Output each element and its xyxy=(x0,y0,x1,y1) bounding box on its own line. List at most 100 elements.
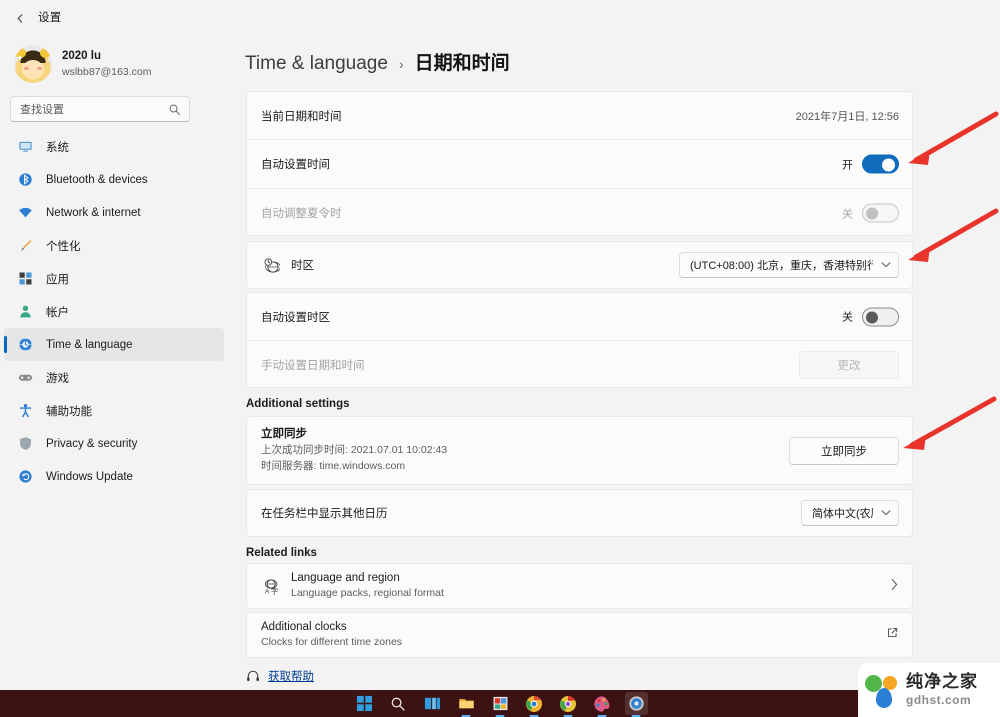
calendar-card: 在任务栏中显示其他日历 简体中文(农历) xyxy=(246,489,913,537)
sidebar-item-time-language[interactable]: Time & language xyxy=(4,328,224,361)
breadcrumb: Time & language › 日期和时间 xyxy=(245,48,510,75)
avatar: ✦ xyxy=(14,45,52,83)
timezone-value: (UTC+08:00) 北京，重庆，香港特别行政区， xyxy=(690,260,873,272)
timezone-manual-card: 自动设置时区 关 手动设置日期和时间 更改 xyxy=(246,292,913,388)
watermark-en: gdhst.com xyxy=(906,693,972,707)
person-icon xyxy=(16,303,34,321)
sidebar: ✦ 2020 lu wslbb87@163.com 查找设置 系统 Blueto… xyxy=(0,34,228,690)
search-input[interactable]: 查找设置 xyxy=(10,96,190,122)
sidebar-item-label: Windows Update xyxy=(46,470,133,483)
chrome-canary-button[interactable] xyxy=(557,692,580,717)
additional-clocks-card[interactable]: Additional clocks Clocks for different t… xyxy=(246,612,913,658)
calendar-combo[interactable]: 简体中文(农历) xyxy=(801,500,899,526)
additional-clocks-subtitle: Clocks for different time zones xyxy=(261,636,403,649)
back-button[interactable] xyxy=(8,7,32,29)
app-button[interactable] xyxy=(489,692,512,717)
sidebar-item-personalization[interactable]: 个性化 xyxy=(4,229,224,262)
additional-clocks-row: Additional clocks Clocks for different t… xyxy=(247,613,912,657)
sync-title: 立即同步 xyxy=(261,428,307,441)
manual-datetime-label: 手动设置日期和时间 xyxy=(261,360,365,372)
task-view-button[interactable] xyxy=(421,692,444,715)
manual-datetime-row: 手动设置日期和时间 更改 xyxy=(247,341,912,389)
change-datetime-button[interactable]: 更改 xyxy=(799,351,899,379)
timezone-combo[interactable]: (UTC+08:00) 北京，重庆，香港特别行政区， xyxy=(679,252,899,278)
sync-now-button[interactable]: 立即同步 xyxy=(789,436,899,465)
auto-dst-state: 关 xyxy=(842,208,853,220)
account-tile[interactable]: ✦ 2020 lu wslbb87@163.com xyxy=(14,40,214,88)
taskbar xyxy=(0,690,1000,717)
bluetooth-icon xyxy=(16,171,34,189)
account-name: 2020 lu xyxy=(62,49,101,62)
sidebar-item-system[interactable]: 系统 xyxy=(4,130,224,163)
get-help-label: 获取帮助 xyxy=(268,671,314,683)
calendar-value: 简体中文(农历) xyxy=(812,508,873,520)
auto-timezone-row: 自动设置时区 关 xyxy=(247,293,912,340)
calendar-label: 在任务栏中显示其他日历 xyxy=(261,508,388,520)
monitor-icon xyxy=(16,138,34,156)
language-region-row: A 字 Language and region Language packs, … xyxy=(247,564,912,608)
brush-icon xyxy=(16,237,34,255)
chevron-down-icon xyxy=(881,260,891,270)
watermark: 纯净之家 gdhst.com xyxy=(858,663,1000,717)
start-button[interactable] xyxy=(353,692,376,715)
language-region-card[interactable]: A 字 Language and region Language packs, … xyxy=(246,563,913,609)
titlebar: 设置 xyxy=(0,0,1000,34)
sidebar-item-label: Privacy & security xyxy=(46,437,138,450)
auto-timezone-label: 自动设置时区 xyxy=(261,311,330,324)
watermark-cn: 纯净之家 xyxy=(906,672,978,691)
sidebar-item-accessibility[interactable]: 辅助功能 xyxy=(4,394,224,427)
sidebar-item-label: 应用 xyxy=(46,273,69,286)
sidebar-item-bluetooth-devices[interactable]: Bluetooth & devices xyxy=(4,163,224,196)
sidebar-item-label: 帐户 xyxy=(46,306,69,319)
auto-time-state: 开 xyxy=(842,159,853,171)
paint-button[interactable] xyxy=(591,692,614,717)
chevron-right-icon xyxy=(890,578,899,595)
settings-window: 设置 ✦ 2020 lu wslbb87@163.com 查找设置 系统 Blu… xyxy=(0,0,1000,690)
additional-clocks-title: Additional clocks xyxy=(261,620,347,633)
sync-server: 时间服务器: time.windows.com xyxy=(261,460,406,473)
sidebar-item-gaming[interactable]: 游戏 xyxy=(4,361,224,394)
sidebar-item-accounts[interactable]: 帐户 xyxy=(4,295,224,328)
page-title: 日期和时间 xyxy=(414,53,510,74)
settings-button[interactable] xyxy=(624,692,648,717)
auto-time-toggle[interactable] xyxy=(862,154,899,174)
external-link-icon xyxy=(886,626,899,644)
breadcrumb-parent[interactable]: Time & language xyxy=(245,53,388,75)
language-region-subtitle: Language packs, regional format xyxy=(291,587,444,600)
sidebar-item-label: 个性化 xyxy=(46,240,81,253)
auto-time-label: 自动设置时间 xyxy=(261,159,330,171)
current-datetime-row: 当前日期和时间 2021年7月1日, 12:56 xyxy=(247,92,912,139)
sidebar-item-label: Time & language xyxy=(46,338,133,351)
sidebar-item-label: 游戏 xyxy=(46,372,69,385)
sidebar-item-privacy-security[interactable]: Privacy & security xyxy=(4,427,224,460)
apps-icon xyxy=(16,270,34,288)
search-button[interactable] xyxy=(387,692,410,715)
search-placeholder: 查找设置 xyxy=(20,104,64,116)
datetime-card: 当前日期和时间 2021年7月1日, 12:56 自动设置时间 开 自动调整夏令… xyxy=(246,91,913,236)
sidebar-item-apps[interactable]: 应用 xyxy=(4,262,224,295)
auto-dst-label: 自动调整夏令时 xyxy=(261,208,342,220)
current-datetime-value: 2021年7月1日, 12:56 xyxy=(795,110,899,123)
file-explorer-button[interactable] xyxy=(455,692,478,717)
sidebar-item-network-internet[interactable]: Network & internet xyxy=(4,196,224,229)
timezone-label: 时区 xyxy=(291,260,314,272)
wifi-icon xyxy=(16,204,34,222)
auto-timezone-toggle[interactable] xyxy=(862,307,899,326)
sidebar-nav: 系统 Bluetooth & devices Network & interne… xyxy=(4,130,224,493)
sidebar-item-label: Bluetooth & devices xyxy=(46,173,148,186)
svg-text:A: A xyxy=(264,588,269,595)
language-region-title: Language and region xyxy=(291,571,400,584)
chrome-button[interactable] xyxy=(523,692,546,717)
sync-row: 立即同步 上次成功同步时间: 2021.07.01 10:02:43 时间服务器… xyxy=(247,417,912,484)
taskbar-icons xyxy=(353,692,648,717)
timezone-card: 时区 (UTC+08:00) 北京，重庆，香港特别行政区， xyxy=(246,241,913,289)
auto-dst-toggle[interactable] xyxy=(862,203,899,223)
help-headset-icon xyxy=(246,669,260,683)
current-datetime-label: 当前日期和时间 xyxy=(261,110,342,123)
additional-settings-heading: Additional settings xyxy=(246,398,350,410)
account-email: wslbb87@163.com xyxy=(62,66,152,79)
content-pane: Time & language › 日期和时间 当前日期和时间 2021年7月1… xyxy=(228,34,1000,690)
arrow-left-icon xyxy=(17,13,22,23)
sidebar-item-windows-update[interactable]: Windows Update xyxy=(4,460,224,493)
get-help-link[interactable]: 获取帮助 xyxy=(246,668,314,684)
